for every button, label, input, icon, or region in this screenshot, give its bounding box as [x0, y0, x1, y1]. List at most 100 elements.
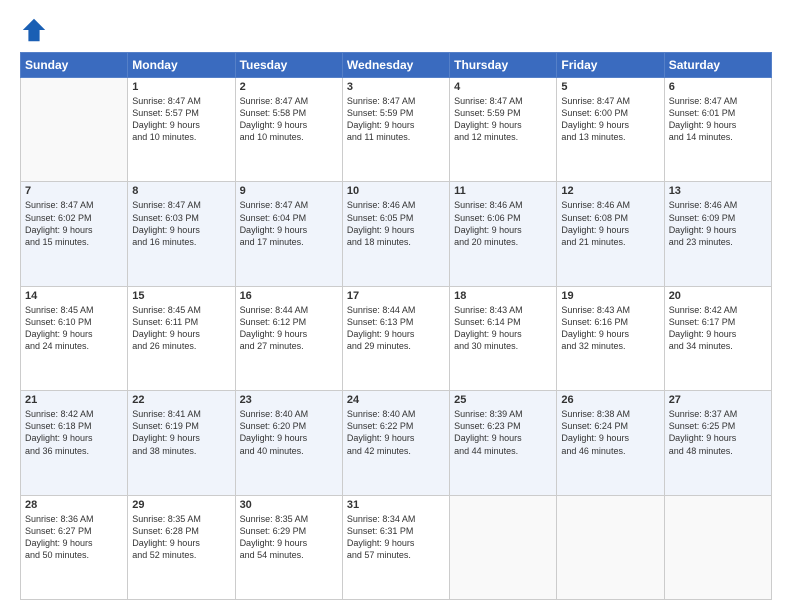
day-number: 12 [561, 185, 659, 197]
day-number: 17 [347, 290, 445, 302]
calendar-cell: 18 Sunrise: 8:43 AM Sunset: 6:14 PM Dayli… [450, 286, 557, 390]
day-number: 10 [347, 185, 445, 197]
day-number: 8 [132, 185, 230, 197]
calendar-cell [664, 495, 771, 599]
day-info: Sunrise: 8:47 AM Sunset: 6:01 PM Dayligh… [669, 95, 767, 144]
calendar-cell: 10 Sunrise: 8:46 AM Sunset: 6:05 PM Dayli… [342, 182, 449, 286]
calendar-cell: 28Sunrise: 8:36 AM Sunset: 6:27 PM Dayli… [21, 495, 128, 599]
calendar-week-row: 7 Sunrise: 8:47 AM Sunset: 6:02 PM Daylig… [21, 182, 772, 286]
calendar-cell: 23Sunrise: 8:40 AM Sunset: 6:20 PM Dayli… [235, 391, 342, 495]
calendar-week-row: 14 Sunrise: 8:45 AM Sunset: 6:10 PM Dayli… [21, 286, 772, 390]
weekday-header-sunday: Sunday [21, 53, 128, 78]
day-info: Sunrise: 8:34 AM Sunset: 6:31 PM Dayligh… [347, 513, 445, 562]
day-info: Sunrise: 8:47 AM Sunset: 6:02 PM Dayligh… [25, 199, 123, 248]
day-number: 24 [347, 394, 445, 406]
day-info: Sunrise: 8:44 AM Sunset: 6:13 PM Dayligh… [347, 304, 445, 353]
day-number: 27 [669, 394, 767, 406]
calendar-cell: 25 Sunrise: 8:39 AM Sunset: 6:23 PM Dayli… [450, 391, 557, 495]
calendar-cell: 21Sunrise: 8:42 AM Sunset: 6:18 PM Dayli… [21, 391, 128, 495]
day-info: Sunrise: 8:43 AM Sunset: 6:14 PM Dayligh… [454, 304, 552, 353]
day-info: Sunrise: 8:47 AM Sunset: 6:03 PM Dayligh… [132, 199, 230, 248]
day-info: Sunrise: 8:47 AM Sunset: 6:04 PM Dayligh… [240, 199, 338, 248]
calendar-cell: 27 Sunrise: 8:37 AM Sunset: 6:25 PM Dayli… [664, 391, 771, 495]
calendar-cell: 24Sunrise: 8:40 AM Sunset: 6:22 PM Dayli… [342, 391, 449, 495]
weekday-header-saturday: Saturday [664, 53, 771, 78]
day-info: Sunrise: 8:46 AM Sunset: 6:08 PM Dayligh… [561, 199, 659, 248]
day-number: 20 [669, 290, 767, 302]
day-info: Sunrise: 8:44 AM Sunset: 6:12 PM Dayligh… [240, 304, 338, 353]
calendar-cell: 5 Sunrise: 8:47 AM Sunset: 6:00 PM Daylig… [557, 78, 664, 182]
calendar-cell: 26Sunrise: 8:38 AM Sunset: 6:24 PM Dayli… [557, 391, 664, 495]
day-info: Sunrise: 8:42 AM Sunset: 6:17 PM Dayligh… [669, 304, 767, 353]
weekday-header-friday: Friday [557, 53, 664, 78]
day-info: Sunrise: 8:37 AM Sunset: 6:25 PM Dayligh… [669, 408, 767, 457]
day-number: 5 [561, 81, 659, 93]
day-number: 7 [25, 185, 123, 197]
page-header [20, 16, 772, 44]
day-number: 6 [669, 81, 767, 93]
day-info: Sunrise: 8:46 AM Sunset: 6:09 PM Dayligh… [669, 199, 767, 248]
day-info: Sunrise: 8:47 AM Sunset: 5:57 PM Dayligh… [132, 95, 230, 144]
day-number: 9 [240, 185, 338, 197]
day-number: 26 [561, 394, 659, 406]
calendar-cell: 4Sunrise: 8:47 AM Sunset: 5:59 PM Daylig… [450, 78, 557, 182]
day-info: Sunrise: 8:42 AM Sunset: 6:18 PM Dayligh… [25, 408, 123, 457]
calendar-cell: 14 Sunrise: 8:45 AM Sunset: 6:10 PM Dayli… [21, 286, 128, 390]
day-info: Sunrise: 8:45 AM Sunset: 6:10 PM Dayligh… [25, 304, 123, 353]
calendar-cell: 1 Sunrise: 8:47 AM Sunset: 5:57 PM Daylig… [128, 78, 235, 182]
logo-icon [20, 16, 48, 44]
day-info: Sunrise: 8:35 AM Sunset: 6:28 PM Dayligh… [132, 513, 230, 562]
calendar-cell: 20 Sunrise: 8:42 AM Sunset: 6:17 PM Dayli… [664, 286, 771, 390]
calendar-week-row: 1 Sunrise: 8:47 AM Sunset: 5:57 PM Daylig… [21, 78, 772, 182]
calendar-cell [21, 78, 128, 182]
day-number: 16 [240, 290, 338, 302]
day-number: 22 [132, 394, 230, 406]
day-info: Sunrise: 8:40 AM Sunset: 6:20 PM Dayligh… [240, 408, 338, 457]
day-number: 1 [132, 81, 230, 93]
day-info: Sunrise: 8:47 AM Sunset: 6:00 PM Dayligh… [561, 95, 659, 144]
day-info: Sunrise: 8:47 AM Sunset: 5:59 PM Dayligh… [347, 95, 445, 144]
weekday-header-monday: Monday [128, 53, 235, 78]
day-number: 29 [132, 499, 230, 511]
day-number: 13 [669, 185, 767, 197]
day-number: 28 [25, 499, 123, 511]
day-info: Sunrise: 8:46 AM Sunset: 6:05 PM Dayligh… [347, 199, 445, 248]
day-number: 14 [25, 290, 123, 302]
calendar-week-row: 28Sunrise: 8:36 AM Sunset: 6:27 PM Dayli… [21, 495, 772, 599]
day-info: Sunrise: 8:43 AM Sunset: 6:16 PM Dayligh… [561, 304, 659, 353]
day-number: 18 [454, 290, 552, 302]
calendar-cell: 2Sunrise: 8:47 AM Sunset: 5:58 PM Daylig… [235, 78, 342, 182]
calendar-week-row: 21Sunrise: 8:42 AM Sunset: 6:18 PM Dayli… [21, 391, 772, 495]
logo [20, 16, 52, 44]
day-number: 30 [240, 499, 338, 511]
calendar-cell: 16 Sunrise: 8:44 AM Sunset: 6:12 PM Dayli… [235, 286, 342, 390]
day-number: 31 [347, 499, 445, 511]
calendar-cell: 3 Sunrise: 8:47 AM Sunset: 5:59 PM Daylig… [342, 78, 449, 182]
day-info: Sunrise: 8:46 AM Sunset: 6:06 PM Dayligh… [454, 199, 552, 248]
calendar-cell: 7 Sunrise: 8:47 AM Sunset: 6:02 PM Daylig… [21, 182, 128, 286]
calendar-cell: 11Sunrise: 8:46 AM Sunset: 6:06 PM Dayli… [450, 182, 557, 286]
calendar-cell: 13 Sunrise: 8:46 AM Sunset: 6:09 PM Dayli… [664, 182, 771, 286]
calendar-cell: 30 Sunrise: 8:35 AM Sunset: 6:29 PM Dayli… [235, 495, 342, 599]
calendar-cell: 31 Sunrise: 8:34 AM Sunset: 6:31 PM Dayli… [342, 495, 449, 599]
day-number: 4 [454, 81, 552, 93]
weekday-header-row: SundayMondayTuesdayWednesdayThursdayFrid… [21, 53, 772, 78]
calendar-cell [557, 495, 664, 599]
calendar-cell: 29 Sunrise: 8:35 AM Sunset: 6:28 PM Dayli… [128, 495, 235, 599]
calendar-table: SundayMondayTuesdayWednesdayThursdayFrid… [20, 52, 772, 600]
day-info: Sunrise: 8:45 AM Sunset: 6:11 PM Dayligh… [132, 304, 230, 353]
calendar-cell: 15 Sunrise: 8:45 AM Sunset: 6:11 PM Dayli… [128, 286, 235, 390]
calendar-cell: 8 Sunrise: 8:47 AM Sunset: 6:03 PM Daylig… [128, 182, 235, 286]
day-number: 25 [454, 394, 552, 406]
calendar-cell: 22Sunrise: 8:41 AM Sunset: 6:19 PM Dayli… [128, 391, 235, 495]
day-number: 2 [240, 81, 338, 93]
day-number: 19 [561, 290, 659, 302]
day-info: Sunrise: 8:35 AM Sunset: 6:29 PM Dayligh… [240, 513, 338, 562]
day-number: 15 [132, 290, 230, 302]
calendar-cell: 6 Sunrise: 8:47 AM Sunset: 6:01 PM Daylig… [664, 78, 771, 182]
day-number: 3 [347, 81, 445, 93]
calendar-cell [450, 495, 557, 599]
day-info: Sunrise: 8:39 AM Sunset: 6:23 PM Dayligh… [454, 408, 552, 457]
weekday-header-thursday: Thursday [450, 53, 557, 78]
calendar-cell: 19 Sunrise: 8:43 AM Sunset: 6:16 PM Dayli… [557, 286, 664, 390]
